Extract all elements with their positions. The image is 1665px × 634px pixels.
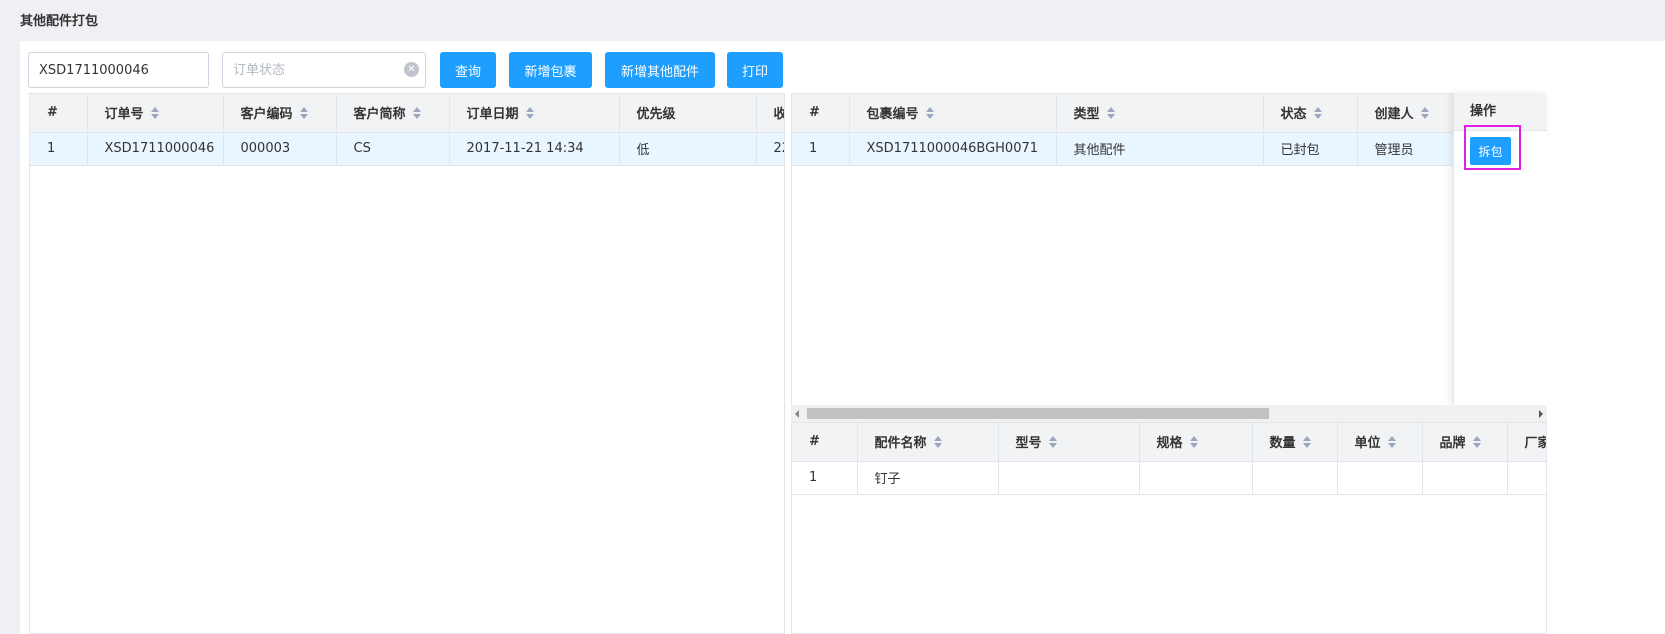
parts-col-brand[interactable]: 品牌 bbox=[1422, 423, 1508, 462]
page-title: 其他配件打包 bbox=[20, 14, 99, 29]
orders-col-receive: 收 bbox=[756, 94, 784, 133]
sort-icon[interactable] bbox=[1048, 436, 1058, 449]
packages-col-index: # bbox=[792, 94, 850, 133]
packages-col-status[interactable]: 状态 bbox=[1263, 94, 1358, 133]
cell-name: 钉子 bbox=[857, 461, 999, 495]
cell-creator: 管理员 bbox=[1357, 132, 1455, 166]
query-button[interactable]: 查询 bbox=[440, 52, 496, 88]
add-package-button[interactable]: 新增包裹 bbox=[509, 52, 592, 88]
table-row[interactable]: 1 钉子 bbox=[792, 461, 1546, 495]
packages-table: # 包裹编号 类型 状态 创建人 1 XSD1711000046BGH0071 … bbox=[792, 94, 1546, 166]
cell-customer-short: CS bbox=[336, 132, 450, 166]
orders-header-row: # 订单号 客户编码 客户简称 订单日期 优先级 收 bbox=[30, 94, 784, 133]
cell-qty bbox=[1252, 461, 1338, 495]
scroll-left-icon[interactable] bbox=[795, 410, 799, 418]
packages-grid: # 包裹编号 类型 状态 创建人 1 XSD1711000046BGH0071 … bbox=[791, 93, 1547, 405]
packages-col-creator[interactable]: 创建人 bbox=[1357, 94, 1455, 133]
orders-col-customer-code[interactable]: 客户编码 bbox=[223, 94, 337, 133]
sort-icon[interactable] bbox=[1106, 107, 1116, 120]
sort-icon[interactable] bbox=[299, 107, 309, 120]
cell-order-no: XSD1711000046 bbox=[87, 132, 224, 166]
orders-col-customer-short[interactable]: 客户简称 bbox=[336, 94, 450, 133]
sort-icon[interactable] bbox=[1420, 107, 1430, 120]
sort-icon[interactable] bbox=[1313, 107, 1323, 120]
sort-icon[interactable] bbox=[525, 107, 535, 120]
parts-col-model[interactable]: 型号 bbox=[998, 423, 1140, 462]
orders-col-index: # bbox=[30, 94, 88, 133]
cell-type: 其他配件 bbox=[1056, 132, 1264, 166]
cell-index: 1 bbox=[792, 461, 858, 495]
sort-icon[interactable] bbox=[933, 436, 943, 449]
cell-customer-code: 000003 bbox=[223, 132, 337, 166]
sort-icon[interactable] bbox=[1189, 436, 1199, 449]
cell-status: 已封包 bbox=[1263, 132, 1358, 166]
cell-brand bbox=[1422, 461, 1508, 495]
orders-col-order-date[interactable]: 订单日期 bbox=[449, 94, 620, 133]
scroll-right-icon[interactable] bbox=[1539, 410, 1543, 418]
cell-receive: 22 bbox=[756, 132, 784, 166]
parts-table: # 配件名称 型号 规格 数量 单位 品牌 厂家 1 钉子 bbox=[792, 423, 1546, 495]
parts-col-qty[interactable]: 数量 bbox=[1252, 423, 1338, 462]
cell-priority: 低 bbox=[619, 132, 757, 166]
parts-col-unit[interactable]: 单位 bbox=[1337, 423, 1423, 462]
packages-header-row: # 包裹编号 类型 状态 创建人 bbox=[792, 94, 1546, 133]
cell-unit bbox=[1337, 461, 1423, 495]
packages-col-package-no[interactable]: 包裹编号 bbox=[849, 94, 1057, 133]
highlight-box bbox=[1464, 125, 1521, 170]
orders-col-priority: 优先级 bbox=[619, 94, 757, 133]
orders-col-order-no[interactable]: 订单号 bbox=[87, 94, 224, 133]
add-other-parts-button[interactable]: 新增其他配件 bbox=[605, 52, 715, 88]
cell-index: 1 bbox=[792, 132, 850, 166]
parts-col-name[interactable]: 配件名称 bbox=[857, 423, 999, 462]
cell-spec bbox=[1139, 461, 1253, 495]
sort-icon[interactable] bbox=[150, 107, 160, 120]
sort-icon[interactable] bbox=[925, 107, 935, 120]
parts-grid: # 配件名称 型号 规格 数量 单位 品牌 厂家 1 钉子 bbox=[791, 422, 1547, 634]
packages-col-type[interactable]: 类型 bbox=[1056, 94, 1264, 133]
print-button[interactable]: 打印 bbox=[727, 52, 783, 88]
parts-col-index: # bbox=[792, 423, 858, 462]
parts-col-maker: 厂家 bbox=[1507, 423, 1546, 462]
cell-package-no: XSD1711000046BGH0071 bbox=[849, 132, 1057, 166]
sort-icon[interactable] bbox=[1387, 436, 1397, 449]
parts-header-row: # 配件名称 型号 规格 数量 单位 品牌 厂家 bbox=[792, 423, 1546, 462]
packages-hscrollbar[interactable] bbox=[791, 405, 1547, 422]
order-status-select[interactable] bbox=[222, 52, 426, 88]
cell-order-date: 2017-11-21 14:34 bbox=[449, 132, 620, 166]
parts-col-spec[interactable]: 规格 bbox=[1139, 423, 1253, 462]
table-row[interactable]: 1 XSD1711000046 000003 CS 2017-11-21 14:… bbox=[30, 132, 784, 166]
cell-maker bbox=[1507, 461, 1546, 495]
orders-grid: # 订单号 客户编码 客户简称 订单日期 优先级 收 1 XSD17110000… bbox=[29, 93, 785, 634]
clear-icon[interactable]: ✕ bbox=[404, 62, 419, 77]
sort-icon[interactable] bbox=[1302, 436, 1312, 449]
scroll-thumb[interactable] bbox=[807, 408, 1269, 419]
cell-index: 1 bbox=[30, 132, 88, 166]
table-row[interactable]: 1 XSD1711000046BGH0071 其他配件 已封包 管理员 bbox=[792, 132, 1546, 166]
sort-icon[interactable] bbox=[412, 107, 422, 120]
sort-icon[interactable] bbox=[1472, 436, 1482, 449]
orders-table: # 订单号 客户编码 客户简称 订单日期 优先级 收 1 XSD17110000… bbox=[30, 94, 784, 166]
cell-model bbox=[998, 461, 1140, 495]
order-no-input[interactable] bbox=[28, 52, 209, 88]
